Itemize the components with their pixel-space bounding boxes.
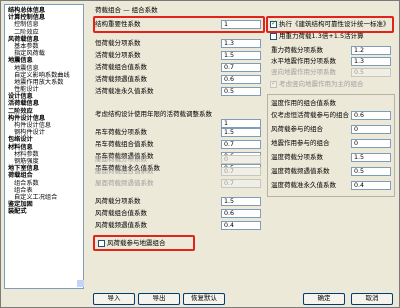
- panel-title: 荷载组合 — 组合系数: [95, 6, 158, 14]
- temp-factor-input[interactable]: 0.4: [351, 181, 391, 190]
- crane-factor-label: 吊车荷载分项系数: [95, 128, 147, 136]
- temperature-header: 温度作用的组合值系数: [271, 99, 336, 107]
- load-factor-input[interactable]: 0.6: [221, 75, 261, 84]
- temp-factor-input[interactable]: 0: [351, 125, 391, 134]
- wind-factor-input[interactable]: 0.6: [221, 209, 261, 218]
- load-factor-input[interactable]: 0.5: [221, 87, 261, 96]
- settings-panel: 荷载组合 — 组合系数 结构重要性系数 1 恒荷载分项系数 1.3 活荷载分项系数 1…: [87, 4, 398, 289]
- seismic-factor-label: 水平地震作用分项系数: [271, 57, 336, 65]
- tree-item[interactable]: 装配式: [8, 208, 83, 215]
- seismic-factor-label: 重力荷载分项系数: [271, 46, 323, 54]
- restore-default-button[interactable]: 恢复默认: [183, 293, 225, 305]
- highlight-importance: [93, 16, 265, 33]
- temp-factor-label: 风荷载参与的组合: [271, 125, 323, 133]
- load-factor-label: 恒荷载分项系数: [95, 39, 141, 47]
- load-factor-input[interactable]: 1.5: [221, 51, 261, 60]
- temp-factor-label: 温度荷载准永久值系数: [271, 181, 336, 189]
- tree-item[interactable]: 组合系数: [8, 180, 83, 187]
- roof-factor-label: 屋面荷载组合值系数: [95, 167, 154, 175]
- load-factor-label: 活荷载组合值系数: [95, 63, 147, 71]
- wind-factor-input[interactable]: 1.5: [221, 197, 261, 206]
- temp-factor-label: 地震作用参与的组合: [271, 139, 330, 147]
- tree-item[interactable]: 二阶效应: [8, 108, 83, 115]
- seismic-factor-label: 竖向地震作用分项系数: [271, 68, 336, 76]
- special-checkbox[interactable]: [270, 33, 277, 40]
- dialog-window: 结构总体信息 计算控制信息 控制信息 二阶效应 风荷载信息 基本参数 指定风荷载 地震信息 地震…: [0, 0, 400, 308]
- tree-item[interactable]: 包络设计: [8, 136, 83, 143]
- roof-factor-input[interactable]: 0.7: [221, 167, 261, 176]
- seismic-factor-input[interactable]: 0.5: [351, 68, 391, 77]
- tree-item[interactable]: 组合表: [8, 187, 83, 194]
- tree-item[interactable]: 二阶效应: [8, 29, 83, 36]
- crane-factor-label: 吊车荷载组合值系数: [95, 140, 154, 148]
- roof-factor-input[interactable]: 0.7: [221, 179, 261, 188]
- crane-factor-input[interactable]: 1.5: [221, 128, 261, 137]
- export-button[interactable]: 导出: [138, 293, 180, 305]
- tree-item[interactable]: 地震作用放大系数: [8, 79, 83, 86]
- highlight-wind-quake: [93, 235, 195, 251]
- wind-factor-input[interactable]: 0.4: [221, 221, 261, 230]
- temp-factor-input[interactable]: 0.6: [351, 111, 391, 120]
- temp-factor-input[interactable]: 0: [351, 139, 391, 148]
- special-label: 用重力荷载1.3倍+1.5活计算: [279, 32, 364, 40]
- vertical-main-label: 考虑竖向地震作用为主的组合: [279, 80, 364, 88]
- design-life-input[interactable]: 1: [221, 119, 261, 128]
- crane-factor-input[interactable]: 0.7: [221, 140, 261, 149]
- tree-item[interactable]: 荷载组合: [8, 172, 83, 179]
- roof-factor-label: 屋面荷载频遇值系数: [95, 179, 154, 187]
- tree-item[interactable]: 活荷载信息: [8, 100, 83, 107]
- design-life-label: 考虑结构设计使用年限的活荷载调整系数: [95, 110, 212, 118]
- cancel-button[interactable]: 取消: [351, 293, 393, 305]
- settings-tree[interactable]: 结构总体信息 计算控制信息 控制信息 二阶效应 风荷载信息 基本参数 指定风荷载 地震信息 地震…: [4, 4, 84, 289]
- temp-factor-label: 温度荷载频遇值系数: [271, 167, 330, 175]
- tree-item[interactable]: 材料参数: [8, 151, 83, 158]
- tree-item[interactable]: 地震信息: [8, 57, 83, 64]
- tree-item[interactable]: 风荷载信息: [8, 36, 83, 43]
- tree-item[interactable]: 构件设计信息: [8, 115, 83, 122]
- wind-factor-label: 风荷载频遇值系数: [95, 221, 147, 229]
- highlight-exec-code: [266, 16, 394, 33]
- seismic-factor-input[interactable]: 1.2: [351, 46, 391, 55]
- ok-button[interactable]: 确定: [303, 293, 345, 305]
- temp-factor-label: 仅考虑恒活荷载参与的组合: [271, 111, 349, 119]
- tree-item[interactable]: 控制信息: [8, 21, 83, 28]
- load-factor-input[interactable]: 1.3: [221, 39, 261, 48]
- tree-item[interactable]: 自定义影响系数曲线: [8, 72, 83, 79]
- wind-factor-label: 风荷载分项系数: [95, 197, 141, 205]
- load-factor-label: 活荷载分项系数: [95, 51, 141, 59]
- tree-item[interactable]: 地震信息: [8, 65, 83, 72]
- temp-factor-input[interactable]: 1.5: [351, 153, 391, 162]
- import-button[interactable]: 导入: [93, 293, 135, 305]
- tree-item[interactable]: 材料信息: [8, 144, 83, 151]
- load-factor-label: 活荷载准永久值系数: [95, 87, 154, 95]
- tree-item[interactable]: 自定义工况组合: [8, 194, 83, 201]
- temp-factor-label: 温度荷载分项系数: [271, 153, 323, 161]
- temp-factor-input[interactable]: 0.5: [351, 167, 391, 176]
- seismic-factor-input[interactable]: 1.3: [351, 57, 391, 66]
- load-factor-input[interactable]: 0.7: [221, 63, 261, 72]
- vertical-main-checkbox[interactable]: [270, 79, 277, 88]
- roof-factor-label: 屋面荷载分项系数: [95, 155, 147, 163]
- load-factor-label: 活荷载频遇值系数: [95, 75, 147, 83]
- tree-scrollbar[interactable]: [77, 280, 84, 287]
- wind-factor-label: 风荷载组合值系数: [95, 209, 147, 217]
- roof-factor-input[interactable]: 0: [221, 155, 261, 164]
